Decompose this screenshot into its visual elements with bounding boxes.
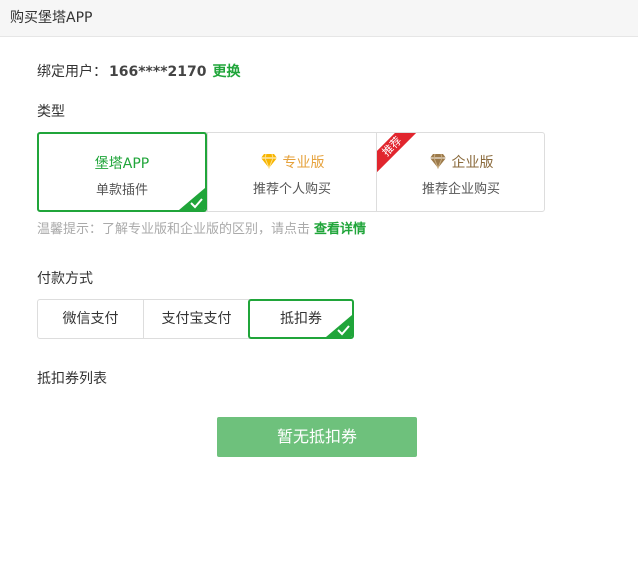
payment-option-wechat[interactable]: 微信支付 [38,300,143,338]
payment-option-alipay[interactable]: 支付宝支付 [143,300,249,338]
gem-icon [260,153,277,169]
type-option-name-text: 企业版 [451,155,494,171]
payment-option-label: 抵扣券 [280,311,322,327]
title-bar: 购买堡塔APP [0,0,638,37]
bound-user-phone: 166****2170 [109,64,207,80]
bound-user-row: 绑定用户： 166****2170 更换 [37,62,240,82]
bound-user-label: 绑定用户： [37,64,107,80]
type-option-name-text: 专业版 [282,155,325,171]
gem-icon [429,153,446,169]
type-option-pro[interactable]: 专业版 推荐个人购买 [207,133,376,211]
view-details-link[interactable]: 查看详情 [314,222,366,237]
window-title: 购买堡塔APP [10,10,93,26]
tip-row: 温馨提示：了解专业版和企业版的区别，请点击 查看详情 [37,221,366,239]
type-option-desc: 推荐个人购买 [252,182,331,197]
payment-options: 微信支付 支付宝支付 抵扣券 [37,299,354,339]
type-option-name: 堡塔APP [94,156,150,172]
payment-option-coupon[interactable]: 抵扣券 [248,299,354,339]
type-option-enterprise[interactable]: 推荐 企业版 推荐企业购买 [376,133,545,211]
type-option-name: 企业版 [377,153,545,173]
type-section-label: 类型 [37,104,65,120]
change-user-link[interactable]: 更换 [212,64,240,80]
selected-check-icon [326,315,352,337]
type-options: 堡塔APP 单款插件 专业版 推荐个人购买 推荐 企业版 推荐企业购买 [37,132,545,212]
selected-check-icon [179,188,205,210]
no-coupon-button[interactable]: 暂无抵扣券 [217,417,417,457]
type-option-app[interactable]: 堡塔APP 单款插件 [37,132,207,212]
type-option-desc: 推荐企业购买 [421,182,500,197]
coupon-list-label: 抵扣券列表 [37,371,107,387]
type-option-name: 专业版 [208,153,376,173]
tip-text: 温馨提示：了解专业版和企业版的区别，请点击 [37,222,311,237]
payment-section-label: 付款方式 [37,271,93,287]
